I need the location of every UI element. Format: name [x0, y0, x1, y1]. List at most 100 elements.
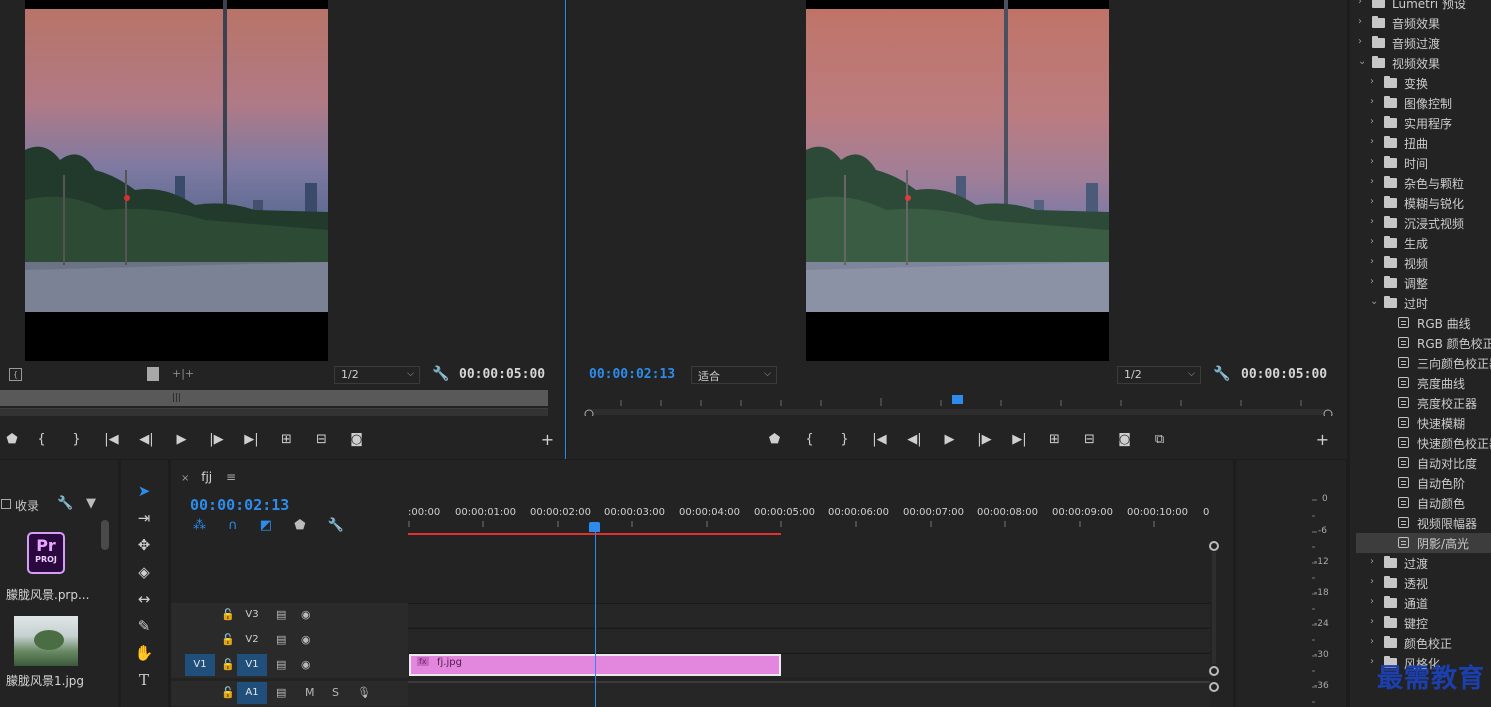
effects-folder[interactable]: › 颜色校正 [1356, 633, 1491, 653]
chevron-right-icon[interactable]: › [1370, 176, 1374, 187]
mark-out-icon[interactable]: } [827, 432, 862, 447]
effects-folder[interactable]: › 调整 [1356, 273, 1491, 293]
timeline-current-time[interactable]: 00:00:02:13 [190, 496, 289, 514]
effect-item[interactable]: 阴影/高光 [1356, 533, 1491, 553]
effects-folder[interactable]: › 模糊与锐化 [1356, 193, 1491, 213]
scroll-handle[interactable] [1209, 541, 1219, 551]
effect-item[interactable]: 视频限幅器 [1356, 513, 1491, 533]
lock-icon[interactable]: 🔓 [221, 658, 235, 671]
solo-button[interactable]: S [332, 686, 339, 699]
mark-in-icon[interactable]: { [24, 432, 59, 447]
eye-icon[interactable]: ◉ [301, 608, 311, 621]
play-icon[interactable]: ▶ [164, 432, 199, 447]
source-playhead-icon[interactable]: ||| [172, 393, 181, 403]
effects-folder[interactable]: › 变换 [1356, 73, 1491, 93]
insert-icon[interactable]: ⊞ [269, 432, 304, 447]
effects-folder[interactable]: ⌄ 过时 [1356, 293, 1491, 313]
filter-icon[interactable]: ▼ [86, 496, 96, 511]
eye-icon[interactable]: ◉ [301, 633, 311, 646]
effect-item[interactable]: 亮度曲线 [1356, 373, 1491, 393]
effects-folder[interactable]: › 图像控制 [1356, 93, 1491, 113]
source-scrub-bar[interactable]: ||| [0, 390, 548, 406]
go-to-in-icon[interactable]: |◀ [862, 432, 897, 447]
sequence-tab[interactable]: × fjj ≡ [181, 470, 236, 486]
program-ruler[interactable] [581, 392, 1341, 416]
chevron-right-icon[interactable]: › [1370, 116, 1374, 127]
track-lane-v3[interactable] [408, 603, 1210, 627]
source-settings-icon[interactable]: { [9, 368, 22, 381]
scroll-track[interactable] [1212, 552, 1216, 664]
step-forward-icon[interactable]: |▶ [199, 432, 234, 447]
add-marker-icon[interactable]: ⬟ [757, 432, 792, 447]
sync-lock-icon[interactable]: ▤ [276, 633, 286, 646]
add-marker-icon[interactable]: ⬟ [0, 432, 24, 447]
source-waveform-icon[interactable]: +|+ [172, 367, 194, 380]
program-playhead[interactable] [952, 395, 963, 404]
track-name[interactable]: V1 [237, 654, 267, 676]
effects-folder[interactable]: › 沉浸式视频 [1356, 213, 1491, 233]
add-button-icon[interactable]: + [1305, 430, 1340, 449]
lock-icon[interactable]: 🔓 [221, 686, 235, 699]
track-header-v3[interactable]: 🔓 V3 ▤ ◉ [171, 603, 408, 628]
effects-folder[interactable]: › 扭曲 [1356, 133, 1491, 153]
chevron-right-icon[interactable]: › [1370, 156, 1374, 167]
track-header-v2[interactable]: 🔓 V2 ▤ ◉ [171, 628, 408, 653]
effects-folder[interactable]: › 时间 [1356, 153, 1491, 173]
program-wrench-icon[interactable]: 🔧 [1213, 366, 1230, 382]
effects-folder[interactable]: › Lumetri 预设 [1356, 0, 1491, 13]
track-select-tool-icon[interactable]: ⇥ [133, 509, 155, 531]
chevron-down-icon[interactable]: ⌄ [1370, 296, 1378, 307]
play-icon[interactable]: ▶ [932, 432, 967, 447]
effect-item[interactable]: RGB 颜色校正器 [1356, 333, 1491, 353]
effect-item[interactable]: 快速颜色校正器 [1356, 433, 1491, 453]
camera-icon[interactable]: ◙ [1107, 432, 1142, 447]
effect-item[interactable]: 快速模糊 [1356, 413, 1491, 433]
camera-icon[interactable]: ◙ [339, 432, 374, 447]
chevron-right-icon[interactable]: › [1370, 596, 1374, 607]
effects-folder[interactable]: › 音频过渡 [1356, 33, 1491, 53]
timeline-ruler[interactable]: :00:00 00:00:01:00 00:00:02:00 00:00:03:… [408, 500, 1210, 536]
effects-folder[interactable]: ⌄ 视频效果 [1356, 53, 1491, 73]
chevron-right-icon[interactable]: › [1370, 616, 1374, 627]
add-marker-icon[interactable]: ⬟ [294, 518, 305, 533]
effects-folder[interactable]: › 透视 [1356, 573, 1491, 593]
timeline-playhead-head[interactable] [589, 522, 600, 532]
ripple-edit-tool-icon[interactable]: ✥ [133, 536, 155, 558]
chevron-right-icon[interactable]: › [1358, 36, 1362, 47]
chevron-right-icon[interactable]: › [1370, 256, 1374, 267]
project-item[interactable]: 朦胧风景1.jpg [0, 608, 98, 692]
effects-folder[interactable]: › 通道 [1356, 593, 1491, 613]
lock-icon[interactable]: 🔓 [221, 633, 235, 646]
hand-tool-icon[interactable]: ✋ [133, 644, 155, 666]
effects-folder[interactable]: › 实用程序 [1356, 113, 1491, 133]
go-to-in-icon[interactable]: |◀ [94, 432, 129, 447]
track-header-a1[interactable]: 🔓 A1 ▤ M S 🎙 [171, 681, 408, 706]
effects-folder[interactable]: › 视频 [1356, 253, 1491, 273]
chevron-right-icon[interactable]: › [1370, 196, 1374, 207]
chevron-right-icon[interactable]: › [1370, 556, 1374, 567]
go-to-out-icon[interactable]: ▶| [1002, 432, 1037, 447]
chevron-right-icon[interactable]: › [1370, 656, 1374, 667]
track-name[interactable]: V2 [237, 629, 267, 651]
effect-item[interactable]: 自动对比度 [1356, 453, 1491, 473]
chevron-down-icon[interactable]: ⌄ [1358, 56, 1366, 67]
source-wrench-icon[interactable]: 🔧 [432, 366, 449, 382]
go-to-out-icon[interactable]: ▶| [234, 432, 269, 447]
step-back-icon[interactable]: ◀| [897, 432, 932, 447]
overwrite-icon[interactable]: ⊟ [304, 432, 339, 447]
source-scale-dropdown[interactable]: 1/2 ⌵ [334, 366, 420, 384]
effects-folder[interactable]: › 生成 [1356, 233, 1491, 253]
slip-tool-icon[interactable]: ↔ [133, 590, 155, 612]
step-back-icon[interactable]: ◀| [129, 432, 164, 447]
effect-item[interactable]: RGB 曲线 [1356, 313, 1491, 333]
effect-item[interactable]: 亮度校正器 [1356, 393, 1491, 413]
chevron-right-icon[interactable]: › [1358, 0, 1362, 7]
effects-folder[interactable]: › 杂色与颗粒 [1356, 173, 1491, 193]
source-export-frame-icon[interactable] [147, 367, 159, 381]
effects-folder[interactable]: › 音频效果 [1356, 13, 1491, 33]
step-forward-icon[interactable]: |▶ [967, 432, 1002, 447]
tab-menu-icon[interactable]: ≡ [226, 470, 236, 484]
chevron-right-icon[interactable]: › [1370, 636, 1374, 647]
sync-lock-icon[interactable]: ▤ [276, 658, 286, 671]
effect-item[interactable]: 自动颜色 [1356, 493, 1491, 513]
